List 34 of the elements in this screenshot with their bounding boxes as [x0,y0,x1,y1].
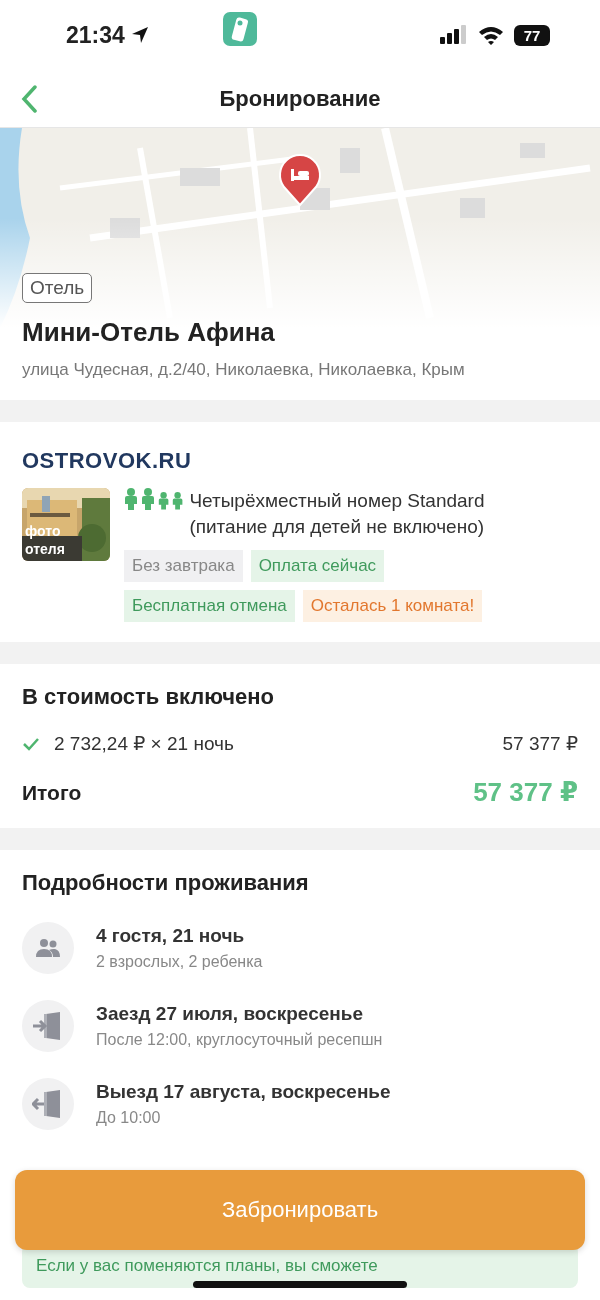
hotel-address: улица Чудесная, д.2/40, Николаевка, Николаевка, Крым [22,360,466,380]
location-arrow-icon [130,26,149,44]
check-icon [22,736,40,751]
detail-subtitle: После 12:00, круглосуточный ресепшн [96,1031,383,1049]
property-type-tag: Отель [22,273,93,303]
signal-icon [440,25,468,45]
price-line-label: 2 732,24 ₽ × 21 ночь [54,732,234,755]
detail-title: Заезд 27 июля, воскресенье [96,1003,365,1025]
offer-tag: Без завтрака [124,550,243,582]
hotel-name: Мини-Отель Афина [22,317,276,348]
total-label: Итого [22,780,82,805]
detail-subtitle: 2 взрослых, 2 ребенка [96,953,263,971]
detail-title: 4 гостя, 21 ночь [96,925,246,947]
app-icon [223,12,257,46]
room-name: Четырёхместный номер Standard (питание для детей не включено) [189,489,486,539]
detail-title: Выезд 17 августа, воскресенье [96,1081,391,1103]
price-line-amount: 57 377 ₽ [502,732,578,755]
total-amount: 57 377 ₽ [473,777,578,808]
offer-tag: Бесплатная отмена [124,590,295,622]
section-title: В стоимость включено [22,684,275,710]
people-icon [35,938,61,958]
provider-logo: OSTROVOK.RU [22,448,193,474]
detail-subtitle: До 10:00 [96,1109,162,1127]
offer-tag: Оплата сейчас [250,550,385,582]
book-button[interactable]: Забронировать [15,1170,585,1250]
section-title: Подробности проживания [22,870,310,896]
battery-level: 77 [514,24,550,46]
photo-caption: фото отеля [25,522,66,558]
wifi-icon [478,25,504,45]
hotel-pin-icon [278,153,322,207]
back-chevron-icon [21,85,37,113]
screen-title: Бронирование [219,85,381,112]
status-time: 21:34 [66,21,125,49]
offer-tag: Осталась 1 комната! [302,590,483,622]
